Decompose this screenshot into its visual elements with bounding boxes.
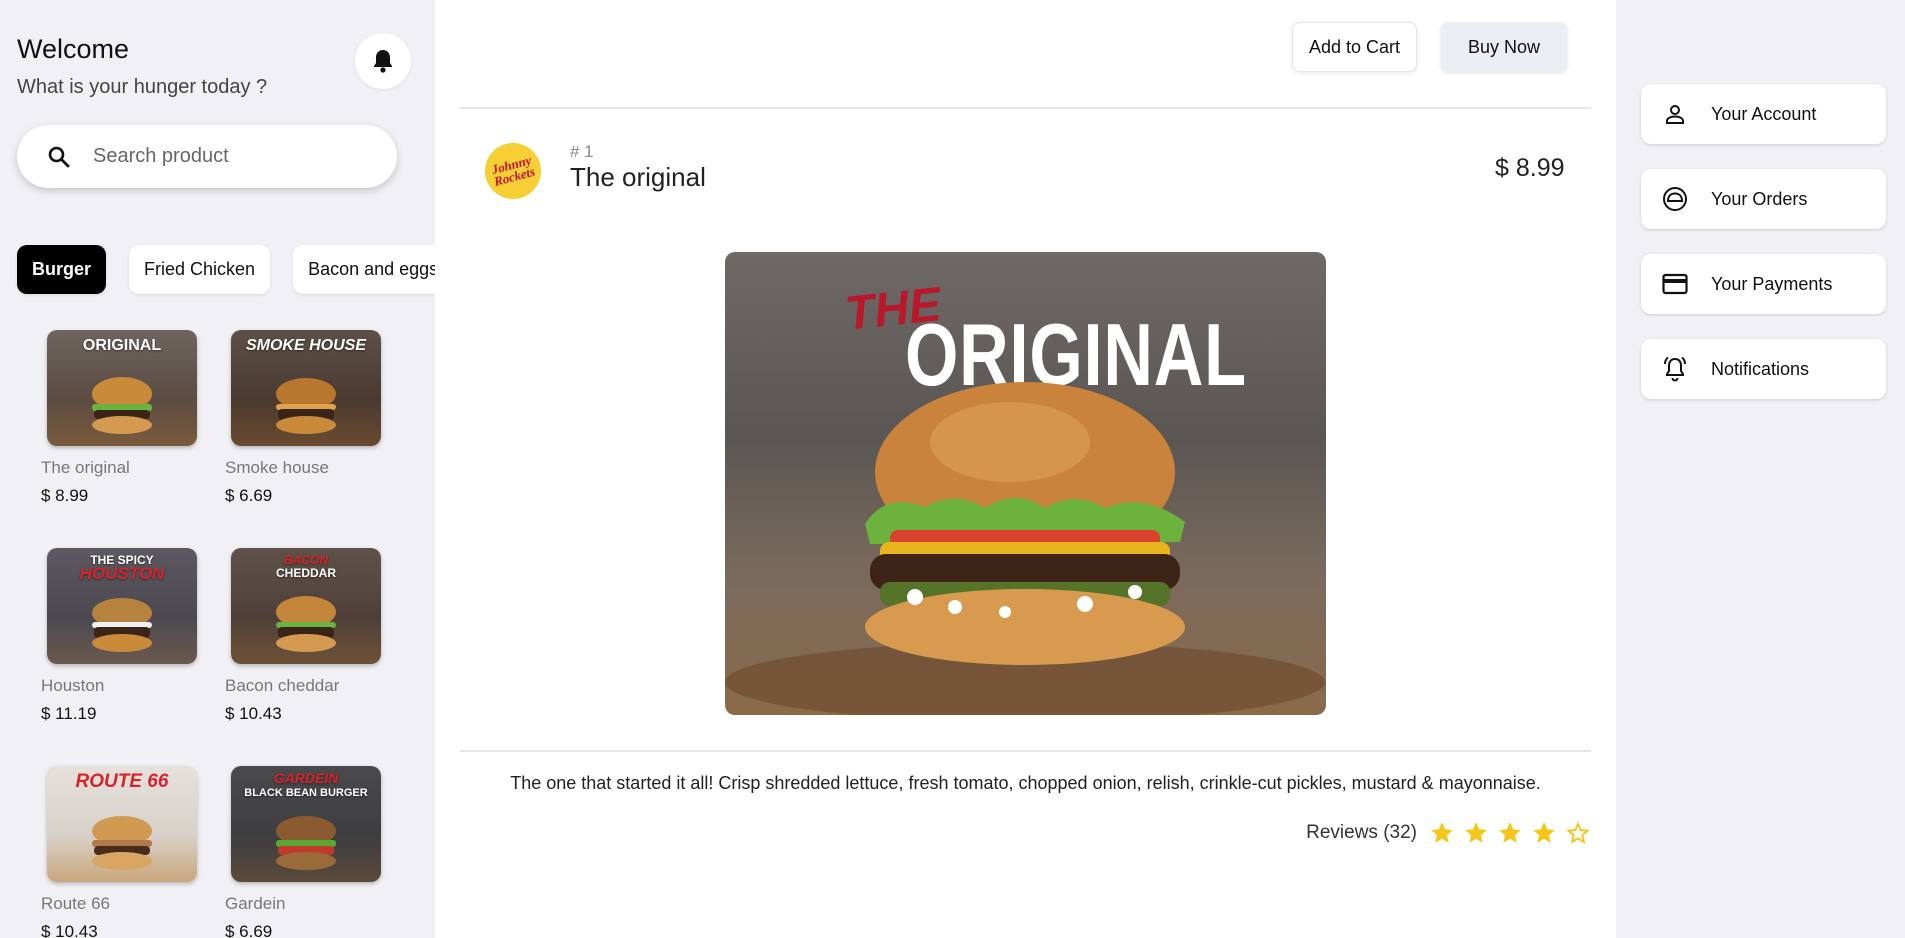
star-outline-icon[interactable]: [1565, 820, 1591, 846]
orders-icon: [1661, 185, 1689, 213]
search-input[interactable]: [93, 145, 373, 168]
burger-illustration: [276, 378, 336, 434]
product-grid: ORIGINAL The original $ 8.99 SMOKE HOUSE…: [41, 330, 391, 938]
menu-item-label: Your Orders: [1711, 188, 1808, 209]
product-hero-image: THE ORIGINAL: [725, 252, 1326, 715]
product-card[interactable]: BACON CHEDDAR Bacon cheddar $ 10.43: [225, 548, 381, 724]
welcome-subtitle: What is your hunger today ?: [17, 76, 268, 98]
product-card[interactable]: ROUTE 66 Route 66 $ 10.43: [41, 766, 197, 938]
menu-item-label: Notifications: [1711, 358, 1810, 379]
divider: [460, 107, 1591, 109]
product-image-title: GARDEIN BLACK BEAN BURGER: [244, 770, 368, 799]
product-image[interactable]: ROUTE 66: [47, 766, 197, 882]
search-bar[interactable]: [17, 125, 397, 188]
product-name: The original: [41, 458, 130, 477]
category-tabs: Burger Fried Chicken Bacon and eggs: [17, 245, 435, 294]
product-image[interactable]: BACON CHEDDAR: [231, 548, 381, 664]
category-fried-chicken[interactable]: Fried Chicken: [129, 245, 271, 294]
product-image-title: BACON CHEDDAR: [276, 553, 336, 580]
burger-illustration: [92, 816, 152, 870]
menu-item-your-account[interactable]: Your Account: [1641, 84, 1886, 144]
menu-item-your-orders[interactable]: Your Orders: [1641, 169, 1886, 229]
product-name: Smoke house: [225, 458, 329, 477]
product-image[interactable]: ORIGINAL: [47, 330, 197, 446]
welcome-heading: Welcome: [17, 34, 130, 64]
bell-ringing-icon: [1661, 355, 1689, 383]
account-menu: Your Account Your Orders Your Payments N…: [1616, 0, 1905, 938]
product-card[interactable]: GARDEIN BLACK BEAN BURGER Gardein $ 6.69: [225, 766, 381, 938]
product-card[interactable]: THE SPICY HOUSTON Houston $ 11.19: [41, 548, 197, 724]
product-price: $ 6.69: [225, 486, 273, 505]
product-detail: Add to Cart Buy Now Johnny Rockets # 1 T…: [460, 0, 1591, 938]
burger-illustration: [92, 598, 152, 652]
category-bacon-and-eggs[interactable]: Bacon and eggs: [293, 245, 435, 294]
star-filled-icon[interactable]: [1429, 820, 1455, 846]
buy-now-button[interactable]: Buy Now: [1441, 22, 1567, 72]
menu-item-label: Your Payments: [1711, 273, 1833, 294]
brand-logo-text: Johnny Rockets: [489, 152, 537, 189]
credit-card-icon: [1661, 270, 1689, 298]
reviews-count[interactable]: Reviews (32): [1306, 822, 1417, 844]
product-rank: # 1: [570, 142, 594, 161]
person-icon: [1661, 100, 1689, 128]
star-filled-icon[interactable]: [1531, 820, 1557, 846]
product-detail-price: $ 8.99: [1495, 154, 1565, 182]
product-image-title: ROUTE 66: [75, 771, 169, 792]
product-name: Route 66: [41, 894, 110, 913]
product-name: Bacon cheddar: [225, 676, 340, 695]
product-price: $ 10.43: [41, 922, 98, 938]
product-price: $ 10.43: [225, 704, 282, 723]
product-image-title: ORIGINAL: [82, 337, 162, 354]
star-filled-icon[interactable]: [1463, 820, 1489, 846]
product-title: The original: [570, 162, 706, 192]
product-image-title: SMOKE HOUSE: [245, 337, 366, 354]
notifications-button[interactable]: [355, 33, 411, 89]
product-price: $ 6.69: [225, 922, 273, 938]
reviews: Reviews (32): [1306, 820, 1591, 846]
left-panel: Welcome What is your hunger today ? Burg…: [0, 0, 435, 938]
menu-item-label: Your Account: [1711, 103, 1817, 124]
product-name: Houston: [41, 676, 105, 695]
product-price: $ 11.19: [41, 704, 97, 723]
product-image[interactable]: GARDEIN BLACK BEAN BURGER: [231, 766, 381, 882]
product-card[interactable]: SMOKE HOUSE Smoke house $ 6.69: [225, 330, 381, 506]
divider: [460, 750, 1591, 752]
burger-illustration: [92, 377, 152, 434]
brand-logo: Johnny Rockets: [485, 143, 541, 199]
bell-icon: [374, 50, 392, 73]
burger-illustration: [276, 596, 336, 652]
product-image[interactable]: THE SPICY HOUSTON: [47, 548, 197, 664]
category-burger[interactable]: Burger: [17, 245, 107, 294]
product-name: Gardein: [225, 894, 286, 913]
add-to-cart-button[interactable]: Add to Cart: [1292, 22, 1417, 72]
burger-illustration: [276, 816, 336, 870]
burger-illustration: [725, 382, 1325, 715]
star-filled-icon[interactable]: [1497, 820, 1523, 846]
menu-item-notifications[interactable]: Notifications: [1641, 339, 1886, 399]
search-icon: [48, 146, 70, 167]
product-image[interactable]: SMOKE HOUSE: [231, 330, 381, 446]
product-image-title: THE SPICY HOUSTON: [79, 553, 165, 583]
product-price: $ 8.99: [41, 486, 89, 505]
product-card[interactable]: ORIGINAL The original $ 8.99: [41, 330, 197, 506]
product-description: The one that started it all! Crisp shred…: [510, 773, 1541, 793]
menu-item-your-payments[interactable]: Your Payments: [1641, 254, 1886, 314]
